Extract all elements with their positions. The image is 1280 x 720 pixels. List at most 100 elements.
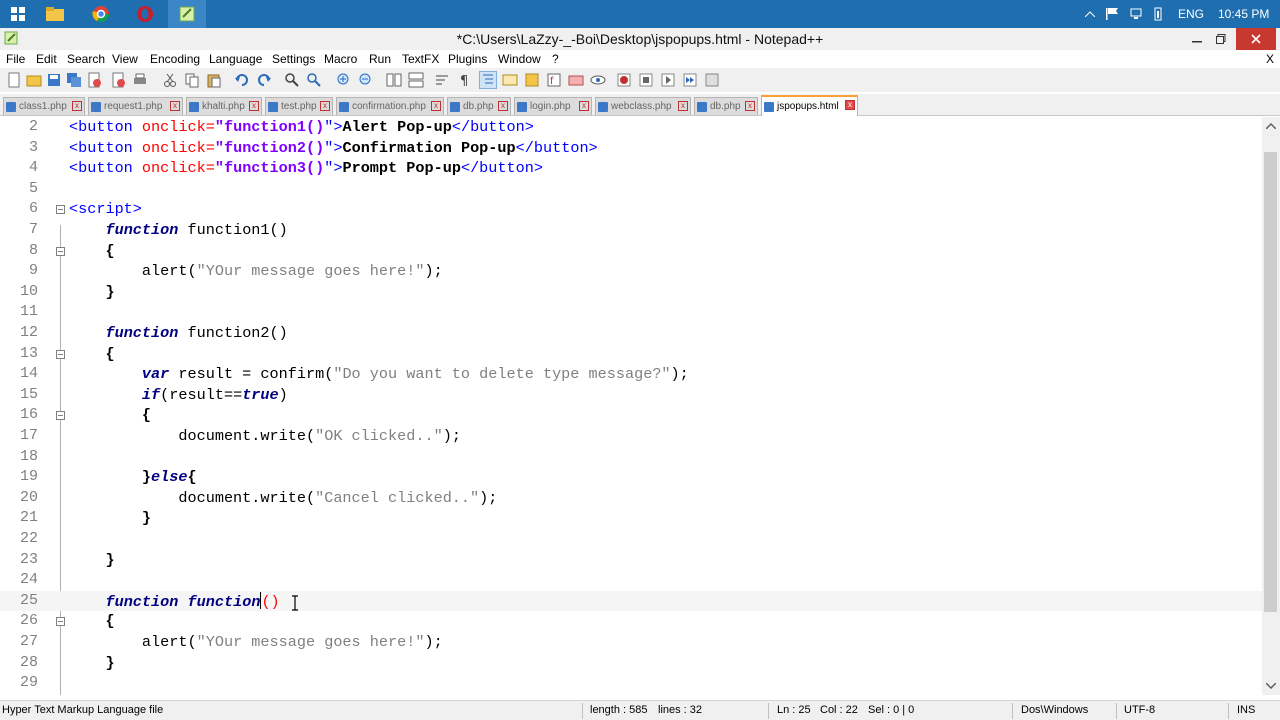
tab-khalti-php[interactable]: khalti.php x (186, 97, 262, 115)
open-file-icon[interactable] (26, 72, 42, 88)
undo-icon[interactable] (234, 72, 250, 88)
scroll-up-icon[interactable] (1266, 123, 1276, 129)
find-icon[interactable] (284, 72, 300, 88)
stop-macro-icon[interactable] (638, 72, 654, 88)
code-text: } (105, 653, 115, 672)
fold-toggle-icon[interactable] (56, 349, 65, 359)
line-number: 4 (28, 159, 38, 177)
zoom-in-icon[interactable] (336, 72, 352, 88)
replace-icon[interactable] (306, 72, 322, 88)
vertical-scrollbar[interactable] (1262, 117, 1280, 695)
scrollbar-thumb[interactable] (1264, 152, 1277, 612)
tab-class1-php[interactable]: class1.php x (3, 97, 85, 115)
record-macro-icon[interactable] (616, 72, 632, 88)
show-all-chars-icon[interactable]: ¶ (456, 72, 472, 88)
close-icon (1251, 34, 1261, 44)
menu-encoding[interactable]: Encoding (150, 52, 200, 66)
menu-close-document[interactable]: X (1266, 52, 1274, 66)
tab-close-icon[interactable]: x (249, 101, 259, 111)
tab-login-php[interactable]: login.php x (514, 97, 592, 115)
start-button[interactable] (4, 0, 32, 28)
play-macro-icon[interactable] (660, 72, 676, 88)
fold-toggle-icon[interactable] (56, 411, 65, 421)
copy-icon[interactable] (184, 72, 200, 88)
menu-window[interactable]: Window (498, 52, 541, 66)
tab-close-icon[interactable]: x (579, 101, 589, 111)
close-file-icon[interactable] (86, 72, 102, 88)
menu-macro[interactable]: Macro (324, 52, 357, 66)
tab-request1-php[interactable]: request1.php x (88, 97, 183, 115)
cut-icon[interactable] (162, 72, 178, 88)
tab-db-php-2[interactable]: db.php x (694, 97, 758, 115)
tab-webclass-php[interactable]: webclass.php x (595, 97, 691, 115)
zoom-out-icon[interactable] (358, 72, 374, 88)
scroll-down-icon[interactable] (1266, 683, 1276, 689)
tray-flag-button[interactable] (1104, 0, 1120, 28)
tab-close-icon[interactable]: x (320, 101, 330, 111)
tab-close-icon[interactable]: x (745, 101, 755, 111)
line-number: 8 (28, 241, 38, 259)
restore-button[interactable] (1210, 28, 1232, 50)
tab-jspopups-html[interactable]: jspopups.html x (761, 95, 858, 116)
tab-close-icon[interactable]: x (170, 101, 180, 111)
fold-toggle-icon[interactable] (56, 205, 65, 215)
doc-map-icon[interactable] (524, 72, 540, 88)
tab-close-icon[interactable]: x (72, 101, 82, 111)
fold-toggle-icon[interactable] (56, 246, 65, 256)
tray-clock[interactable]: 10:45 PM (1218, 0, 1269, 28)
save-all-icon[interactable] (66, 72, 82, 88)
menu-help[interactable]: ? (552, 52, 559, 66)
menu-run[interactable]: Run (369, 52, 391, 66)
toolbar: ¶ f (0, 68, 1280, 92)
tab-close-icon[interactable]: x (431, 101, 441, 111)
menu-file[interactable]: File (6, 52, 25, 66)
folder-as-workspace-icon[interactable] (568, 72, 584, 88)
menu-edit[interactable]: Edit (36, 52, 57, 66)
menu-textfx[interactable]: TextFX (402, 52, 439, 66)
tray-overflow-button[interactable] (1084, 0, 1096, 28)
taskbar-opera-button[interactable] (130, 0, 160, 28)
tab-db-php[interactable]: db.php x (447, 97, 511, 115)
fold-toggle-icon[interactable] (56, 617, 65, 627)
redo-icon[interactable] (256, 72, 272, 88)
menu-settings[interactable]: Settings (272, 52, 315, 66)
user-defined-language-icon[interactable] (502, 72, 518, 88)
tab-close-icon[interactable]: x (678, 101, 688, 111)
function-list-icon[interactable]: f (546, 72, 562, 88)
save-icon[interactable] (46, 72, 62, 88)
tab-test-php[interactable]: test.php x (265, 97, 333, 115)
sync-vertical-icon[interactable] (386, 72, 402, 88)
word-wrap-icon[interactable] (434, 72, 450, 88)
code-line: 13 { (0, 344, 1262, 365)
menu-language[interactable]: Language (209, 52, 262, 66)
status-insert-mode[interactable]: INS (1237, 704, 1255, 716)
tray-network-button[interactable] (1128, 0, 1144, 28)
tab-confirmation-php[interactable]: confirmation.php x (336, 97, 444, 115)
taskbar-notepadpp-button[interactable] (168, 0, 206, 28)
monitoring-icon[interactable] (590, 72, 606, 88)
taskbar-chrome-button[interactable] (86, 0, 116, 28)
save-macro-icon[interactable] (704, 72, 720, 88)
tab-close-icon[interactable]: x (845, 100, 855, 110)
paste-icon[interactable] (206, 72, 222, 88)
menu-view[interactable]: View (112, 52, 138, 66)
menu-plugins[interactable]: Plugins (448, 52, 487, 66)
indent-guide-icon[interactable] (479, 71, 497, 89)
close-window-button[interactable] (1236, 28, 1276, 50)
code-editor[interactable]: 2 <button onclick="function1()">Alert Po… (0, 117, 1262, 695)
tray-volume-button[interactable] (1150, 0, 1166, 28)
chrome-icon (92, 6, 110, 23)
taskbar-explorer-button[interactable] (40, 0, 70, 28)
minimize-button[interactable] (1186, 28, 1208, 50)
status-eol-format[interactable]: Dos\Windows (1021, 704, 1088, 716)
new-file-icon[interactable] (6, 72, 22, 88)
print-icon[interactable] (132, 72, 148, 88)
tray-language[interactable]: ENG (1178, 0, 1204, 28)
tab-close-icon[interactable]: x (498, 101, 508, 111)
close-all-icon[interactable] (110, 72, 126, 88)
run-macro-multiple-icon[interactable] (682, 72, 698, 88)
sync-horizontal-icon[interactable] (408, 72, 424, 88)
status-encoding[interactable]: UTF-8 (1124, 704, 1155, 716)
code-text: var result = confirm("Do you want to del… (141, 365, 689, 384)
menu-search[interactable]: Search (67, 52, 105, 66)
